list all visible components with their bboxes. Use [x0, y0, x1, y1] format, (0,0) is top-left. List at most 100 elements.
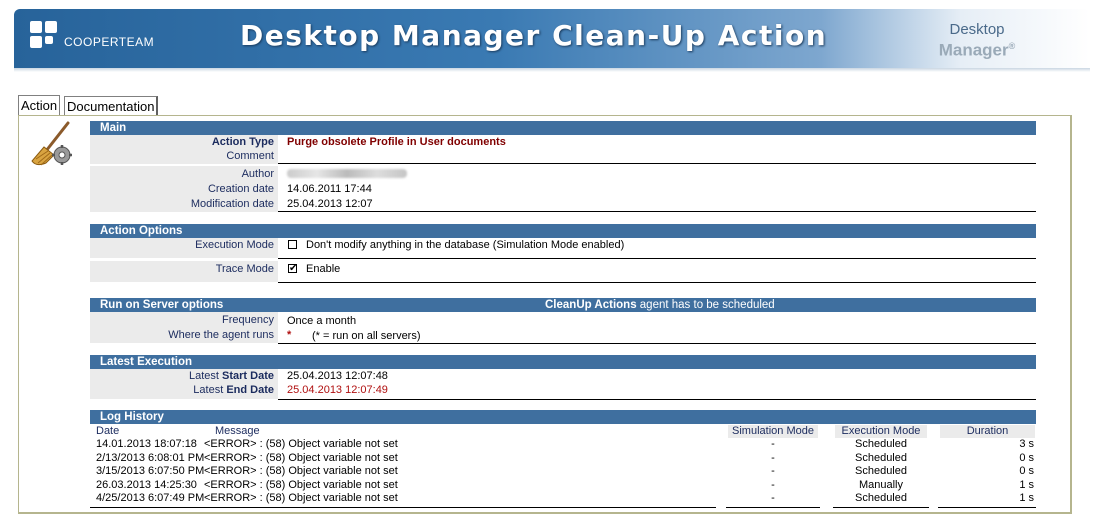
banner-shadow [14, 68, 1090, 72]
separator [278, 163, 1036, 164]
product-logo-line1: Desktop [949, 21, 1005, 38]
table-row: 3/15/2013 6:07:50 PM <ERROR> : (58) Objec… [90, 465, 1036, 478]
tab-documentation[interactable]: Documentation [64, 96, 159, 115]
log-separator-execution [833, 507, 929, 508]
table-row: 14.01.2013 18:07:18 <ERROR> : (58) Object… [90, 438, 1036, 451]
latest-start-date-label: Latest Start Date [90, 370, 274, 382]
creation-date-label: Creation date [207, 183, 274, 195]
section-log-history-header: Log History [90, 410, 1036, 424]
latest-end-date-value: 25.04.2013 12:07:49 [287, 384, 388, 396]
latest-start-bold: Start Date [222, 370, 274, 382]
section-run-on-server-header: Run on Server options CleanUp Actions ag… [90, 298, 1036, 312]
separator [278, 282, 1036, 283]
check-mark-icon: ✔ [289, 263, 298, 274]
log-cell-duration: 1 s [1019, 478, 1034, 491]
log-cell-simulation: - [771, 438, 775, 450]
log-cell-message: <ERROR> : (58) Object variable not set [204, 465, 398, 477]
schedule-note-text: agent has to be scheduled [636, 299, 775, 311]
section-latest-execution-title: Latest Execution [100, 356, 193, 368]
where-agent-runs-value: * [287, 329, 292, 341]
log-cell-duration: 3 s [1019, 438, 1034, 450]
latest-start-date-value: 25.04.2013 12:07:48 [287, 370, 388, 382]
trace-mode-label: Trace Mode [215, 263, 274, 275]
table-row: 4/25/2013 6:07:49 PM <ERROR> : (58) Objec… [90, 492, 1036, 505]
creation-date-value: 14.06.2011 17:44 [287, 183, 372, 195]
log-separator-simulation [726, 507, 820, 508]
log-cell-execution: Scheduled [855, 438, 907, 450]
log-cell-simulation: - [771, 478, 775, 491]
separator [278, 258, 1036, 259]
log-cell-execution: Scheduled [855, 465, 907, 477]
log-cell-date: 14.01.2013 18:07:18 [96, 438, 197, 450]
registered-mark: ® [1008, 41, 1016, 51]
section-latest-execution-header: Latest Execution [90, 355, 1036, 369]
page-title: Desktop Manager Clean-Up Action [240, 19, 828, 52]
section-action-options-title: Action Options [100, 225, 183, 237]
where-agent-runs-hint: (* = run on all servers) [312, 330, 421, 342]
log-cell-duration: 0 s [1019, 465, 1034, 477]
log-col-simulation-mode: Simulation Mode [728, 425, 818, 438]
table-row: 26.03.2013 14:25:30 <ERROR> : (58) Object… [90, 479, 1036, 492]
comment-label: Comment [226, 150, 274, 162]
product-logo-line2: Manager® [922, 38, 1032, 59]
log-cell-simulation: - [771, 492, 775, 504]
execution-mode-checkbox[interactable] [288, 240, 297, 249]
log-cell-duration: 0 s [1019, 451, 1034, 464]
action-type-label: Action Type [211, 136, 274, 148]
frequency-value: Once a month [287, 315, 357, 327]
separator [278, 343, 1036, 344]
log-cell-message: <ERROR> : (58) Object variable not set [204, 492, 398, 504]
header-banner: COOPERTEAM Desktop Manager Clean-Up Acti… [14, 9, 1090, 71]
log-cell-duration: 1 s [1019, 492, 1034, 504]
section-main-header: Main [90, 121, 1036, 135]
execution-mode-label: Execution Mode [195, 239, 274, 251]
latest-start-prefix: Latest [189, 370, 223, 382]
product-logo-name: Manager [938, 40, 1009, 60]
action-type-value: Purge obsolete Profile in User documents [287, 136, 506, 148]
section-run-on-server-title: Run on Server options [100, 299, 224, 311]
schedule-note: CleanUp Actions agent has to be schedule… [545, 298, 775, 312]
log-cell-date: 26.03.2013 14:25:30 [96, 478, 197, 491]
log-col-message: Message [215, 425, 260, 437]
log-cell-message: <ERROR> : (58) Object variable not set [204, 438, 398, 450]
where-agent-runs-label: Where the agent runs [168, 329, 274, 341]
trace-mode-text: Enable [306, 263, 341, 275]
log-separator-duration [938, 507, 1036, 508]
log-col-duration: Duration [940, 425, 1035, 438]
log-col-date: Date [96, 425, 120, 437]
log-cell-message: <ERROR> : (58) Object variable not set [204, 451, 398, 464]
product-logo: Desktop Manager® [922, 21, 1032, 59]
trace-mode-checkbox[interactable]: ✔ [288, 263, 298, 274]
latest-end-date-label: Latest End Date [90, 384, 274, 396]
log-separator-message [90, 507, 716, 508]
log-cell-execution: Manually [858, 478, 904, 491]
log-col-execution-mode: Execution Mode [835, 425, 927, 438]
latest-end-bold: End Date [226, 384, 274, 396]
separator [278, 399, 1036, 400]
section-log-history-title: Log History [100, 411, 164, 423]
company-name: COOPERTEAM [64, 35, 155, 49]
log-cell-date: 3/15/2013 6:07:50 PM [96, 465, 205, 477]
frequency-label: Frequency [222, 314, 274, 326]
table-row: 2/13/2013 6:08:01 PM <ERROR> : (58) Objec… [90, 452, 1036, 465]
log-cell-simulation: - [771, 451, 775, 464]
latest-end-prefix: Latest [193, 384, 227, 396]
schedule-note-agent: CleanUp Actions [545, 299, 637, 311]
author-label: Author [241, 168, 274, 180]
author-value-redacted [287, 169, 407, 181]
section-action-options-header: Action Options [90, 224, 1036, 238]
modification-date-label: Modification date [190, 198, 274, 210]
log-cell-execution: Scheduled [855, 451, 907, 464]
tab-action[interactable]: Action [18, 95, 61, 116]
separator [278, 211, 1036, 212]
log-cell-date: 2/13/2013 6:08:01 PM [96, 451, 205, 464]
modification-date-value: 25.04.2013 12:07 [287, 198, 373, 210]
log-cell-execution: Scheduled [855, 492, 907, 504]
log-cell-simulation: - [771, 465, 775, 477]
section-main-title: Main [100, 122, 127, 134]
broom-gear-icon [31, 121, 72, 166]
log-cell-message: <ERROR> : (58) Object variable not set [204, 478, 398, 491]
execution-mode-text: Don't modify anything in the database (S… [306, 239, 625, 251]
cooperteam-logo-icon [30, 21, 60, 51]
log-cell-date: 4/25/2013 6:07:49 PM [96, 492, 205, 504]
